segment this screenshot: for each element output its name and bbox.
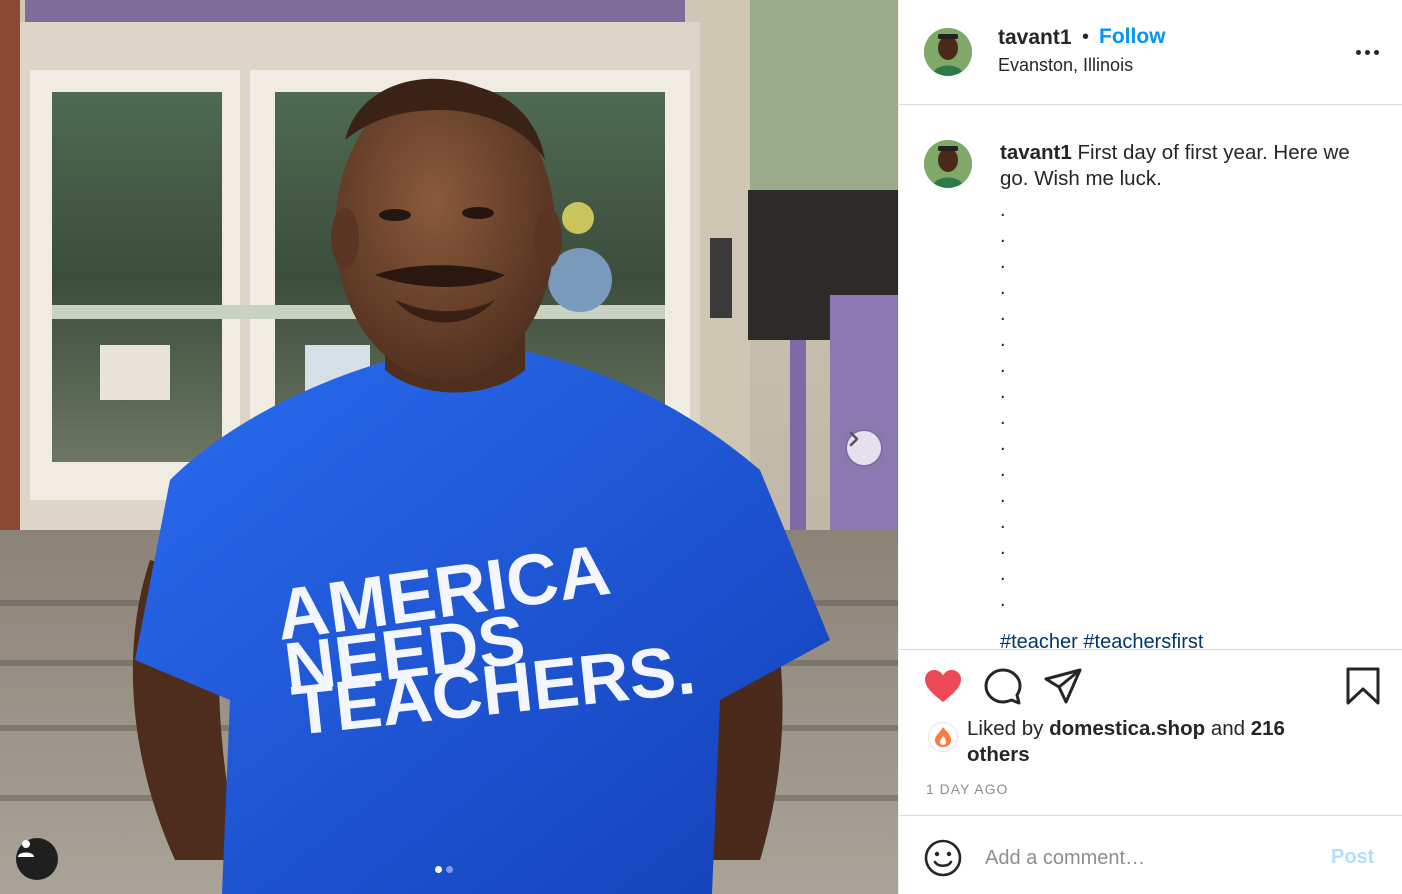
liker-avatar[interactable] [928, 722, 958, 752]
avatar[interactable] [924, 140, 972, 188]
carousel-dot [435, 866, 442, 873]
share-icon [1044, 668, 1082, 704]
heart-icon [925, 670, 961, 702]
avatar-image [924, 28, 972, 76]
emoji-button[interactable] [923, 838, 963, 878]
caption-dot-line: . [1000, 329, 1006, 351]
tagged-users-button[interactable] [16, 838, 58, 880]
comment-input[interactable] [985, 838, 1305, 878]
caption-dot-line: . [1000, 433, 1006, 455]
caption-dot-line: . [1000, 355, 1006, 377]
liked-by-prefix: Liked by [967, 717, 1044, 740]
more-options-icon[interactable] [1353, 40, 1381, 64]
bookmark-icon [1346, 667, 1380, 705]
separator-bullet: • [1082, 26, 1090, 48]
caption-dot-line: . [1000, 407, 1006, 429]
caption-dot-lines: ................ [1000, 197, 1040, 613]
like-button[interactable] [923, 668, 963, 704]
post-side-panel: tavant1 • Follow Evanston, Illinois tava… [898, 0, 1402, 894]
caption-dot-line: . [1000, 459, 1006, 481]
add-comment-bar: Post [899, 815, 1402, 894]
liked-by-conjunction: and [1210, 717, 1246, 740]
carousel-next-button[interactable] [847, 431, 881, 465]
caption-dot-line: . [1000, 303, 1006, 325]
caption-dot-line: . [1000, 225, 1006, 247]
caption-dot-line: . [1000, 537, 1006, 559]
follow-button[interactable]: Follow [1099, 25, 1166, 49]
caption-dot-line: . [1000, 277, 1006, 299]
liked-by-text: Liked by domestica.shop and 216 others [967, 716, 1287, 768]
comments-section[interactable]: tavant1 First day of first year. Here we… [899, 105, 1402, 649]
carousel-indicator [435, 866, 453, 873]
post-photo[interactable]: AMERICA NEEDS TEACHERS. [0, 0, 898, 894]
caption-dot-line: . [1000, 563, 1006, 585]
comment-button[interactable] [983, 668, 1023, 706]
liked-by-user[interactable]: domestica.shop [1049, 717, 1205, 740]
avatar[interactable] [924, 28, 972, 76]
post-header: tavant1 • Follow Evanston, Illinois [899, 0, 1402, 105]
domestica-logo-icon [935, 727, 951, 747]
post-location[interactable]: Evanston, Illinois [998, 55, 1133, 76]
caption-dot-line: . [1000, 251, 1006, 273]
comment-icon [984, 668, 1022, 705]
chevron-right-icon [849, 431, 859, 447]
post-comment-button[interactable]: Post [1331, 846, 1374, 869]
share-button[interactable] [1043, 668, 1083, 704]
caption-dot-line: . [1000, 589, 1006, 611]
post-actions: Liked by domestica.shop and 216 others 1… [899, 649, 1402, 815]
photo-illustration: AMERICA NEEDS TEACHERS. [0, 0, 898, 894]
caption-dot-line: . [1000, 381, 1006, 403]
post-timestamp[interactable]: 1 DAY AGO [926, 781, 1008, 797]
caption-dot-line: . [1000, 199, 1006, 221]
avatar-image [924, 140, 972, 188]
caption-dot-line: . [1000, 511, 1006, 533]
post-caption: tavant1 First day of first year. Here we… [1000, 140, 1380, 192]
carousel-dot [446, 866, 453, 873]
user-tag-icon [18, 840, 34, 857]
caption-username[interactable]: tavant1 [1000, 141, 1072, 164]
caption-dot-line: . [1000, 485, 1006, 507]
post-username[interactable]: tavant1 [998, 26, 1072, 50]
instagram-post-view: AMERICA NEEDS TEACHERS. tavant1 • Follow… [0, 0, 1402, 894]
save-button[interactable] [1343, 666, 1383, 706]
caption-hashtags[interactable]: #teacher #teachersfirst [1000, 631, 1203, 649]
emoji-icon [924, 839, 962, 877]
